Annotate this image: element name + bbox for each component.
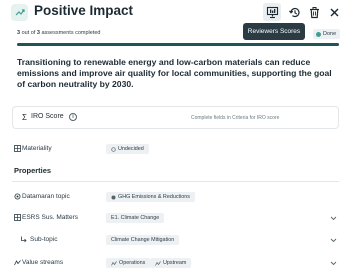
iro-score-title: IRO Score — [31, 113, 64, 120]
value-streams-label: Value streams — [22, 259, 64, 266]
circle-icon — [111, 146, 116, 152]
presentation-icon — [266, 6, 278, 18]
progress-out-of: out of — [21, 30, 36, 36]
divider — [12, 181, 339, 182]
value-stream-operations-label: Operations — [119, 260, 146, 266]
trash-icon — [309, 6, 319, 18]
value-streams-icon — [14, 259, 21, 266]
chevron-down-icon[interactable] — [329, 236, 337, 244]
table-icon — [14, 145, 21, 152]
progress-total: 3 — [36, 30, 40, 36]
settings-icon — [14, 193, 21, 200]
progress-bar — [17, 43, 339, 46]
reviewers-scores-button[interactable] — [263, 3, 281, 21]
page-title: Positive Impact — [34, 3, 134, 18]
value-stream-operations[interactable]: Operations — [106, 258, 151, 268]
materiality-label: Materiality — [22, 145, 52, 152]
impact-statement: Transitioning to renewable energy and lo… — [17, 57, 332, 89]
cloud-icon — [111, 195, 116, 199]
status-badge-label: Done — [323, 31, 337, 37]
datamaran-topic-label: Datamaran topic — [22, 193, 70, 200]
materiality-value[interactable]: Undecided — [106, 144, 149, 154]
value-stream-upstream[interactable]: Upstream — [150, 258, 192, 268]
delete-button[interactable] — [305, 3, 323, 21]
status-badge: Done — [313, 29, 341, 39]
materiality-value-label: Undecided — [118, 146, 144, 152]
chevron-down-icon[interactable] — [329, 259, 337, 267]
close-button[interactable] — [325, 3, 343, 21]
sigma-icon: Σ — [22, 113, 27, 122]
chevron-down-icon[interactable] — [329, 214, 337, 222]
datamaran-topic-value-label: GHG Emissions & Reductions — [118, 194, 190, 200]
progress-suffix: assessments completed — [41, 30, 101, 36]
trend-up-icon — [11, 4, 28, 21]
reviewers-scores-tooltip: Reviewers Scores — [243, 23, 305, 40]
sub-topic-label: Sub-topic — [30, 236, 58, 243]
history-button[interactable] — [285, 3, 303, 21]
upstream-icon — [155, 260, 161, 266]
datamaran-topic-value[interactable]: GHG Emissions & Reductions — [106, 192, 195, 202]
table-icon — [14, 214, 21, 221]
progress-bar-fill — [17, 43, 339, 46]
progress-text: 3 out of 3 assessments completed — [17, 30, 100, 36]
close-icon — [330, 8, 338, 16]
iro-score-hint: Complete fields in Criteria for IRO scor… — [191, 115, 280, 121]
sub-topic-value[interactable]: Climate Change Mitigation — [106, 235, 180, 245]
operations-icon — [111, 260, 117, 266]
history-icon — [288, 7, 300, 17]
info-icon[interactable]: i — [69, 113, 77, 121]
sub-topic-value-label: Climate Change Mitigation — [111, 237, 175, 243]
done-dot-icon — [316, 31, 321, 37]
esrs-matters-value-label: E1. Climate Change — [111, 215, 160, 221]
iro-score-card: Σ IRO Score i Complete fields in Criteri… — [12, 106, 339, 129]
properties-title: Properties — [14, 166, 52, 175]
esrs-matters-label: ESRS Sus. Matters — [22, 214, 78, 221]
esrs-matters-value[interactable]: E1. Climate Change — [106, 213, 165, 223]
subdirectory-arrow-icon — [20, 236, 27, 243]
progress-completed: 3 — [17, 30, 21, 36]
value-stream-upstream-label: Upstream — [163, 260, 187, 266]
